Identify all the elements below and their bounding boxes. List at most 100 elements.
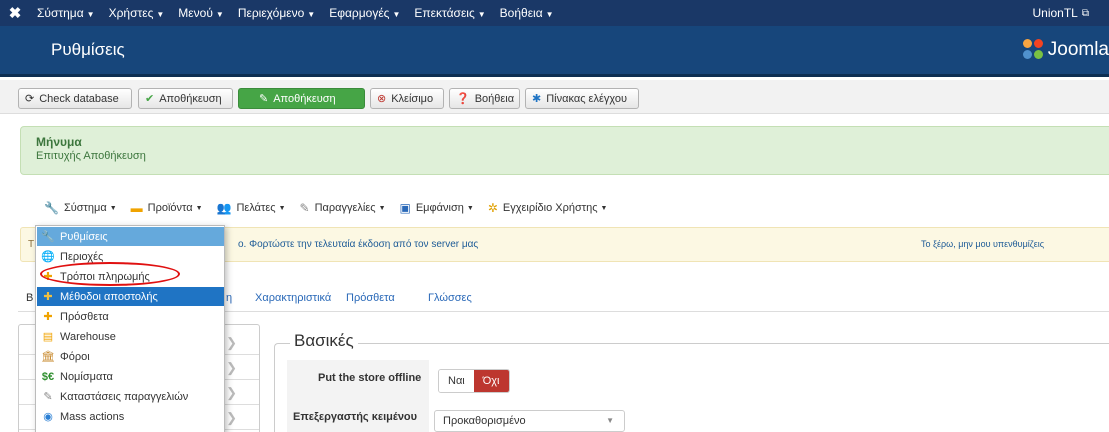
message-heading: Μήνυμα (36, 135, 82, 149)
joomla-logo-icon[interactable]: ✖ (0, 0, 30, 26)
menu-components[interactable]: Εφαρμογές ▼ (322, 6, 407, 20)
offline-no-option[interactable]: Όχι (473, 370, 509, 392)
dismiss-link[interactable]: Το ξέρω, μην μου υπενθυμίζεις (921, 239, 1044, 249)
editor-select-value: Προκαθορισμένο (443, 415, 526, 427)
menu-item-customers[interactable]: 👥 Πελάτες ▼ (217, 201, 286, 215)
admin-menu: Σύστημα ▼ Χρήστες ▼ Μενού ▼ Περιεχόμενο ▼ Εφ… (30, 6, 561, 20)
plugin-icon: ✚ (43, 311, 53, 323)
offline-toggle: Ναι Όχι (438, 369, 510, 393)
dropdown-item-warehouse[interactable]: ▤ Warehouse (37, 327, 224, 346)
dropdown-item-mass-actions[interactable]: ◉ Mass actions (37, 407, 224, 426)
check-icon: ✔ (145, 93, 155, 105)
dropdown-item-currencies[interactable]: $€ Νομίσματα (37, 367, 224, 386)
menu-users[interactable]: Χρήστες ▼ (102, 6, 172, 20)
chevron-right-icon: ❯ (226, 385, 237, 400)
tab-characteristics[interactable]: Χαρακτηριστικά (255, 292, 331, 304)
dashboard-button[interactable]: ✱ Πίνακας ελέγχου (525, 88, 639, 109)
check-database-label: Check database (39, 92, 119, 105)
dropdown-item-label: Mass actions (60, 410, 125, 423)
tab-basic[interactable]: B (26, 292, 33, 304)
dropdown-item-plugins[interactable]: ✚ Πρόσθετα (37, 307, 224, 326)
title-bar: Ρυθμίσεις Joomla (0, 26, 1109, 77)
dropdown-item-label: Ρυθμίσεις (60, 230, 108, 243)
tab-languages[interactable]: Γλώσσες (428, 292, 472, 304)
dropdown-item-configuration[interactable]: 🔧 Ρυθμίσεις (37, 227, 224, 246)
help-lifebuoy-icon: ✲ (487, 201, 498, 215)
caret-down-icon: ▼ (215, 10, 224, 19)
site-link-label: UnionTL (1032, 6, 1078, 20)
menu-extensions-label: Επεκτάσεις (414, 6, 475, 20)
help-button[interactable]: ❓ Βοήθεια (449, 88, 520, 109)
currency-icon: $€ (41, 370, 55, 383)
joomla-brand: Joomla (1022, 39, 1109, 61)
menu-item-products[interactable]: ▬ Προϊόντα ▼ (131, 201, 203, 215)
save-and-close-button[interactable]: ✎ Αποθήκευση (238, 88, 365, 109)
menu-users-label: Χρήστες (108, 6, 154, 20)
joomla-brand-icon (1022, 39, 1045, 61)
cancel-icon: ⊗ (377, 93, 387, 105)
external-link-icon: ⧉ (1081, 7, 1089, 19)
menu-item-manual-label: Εγχειρίδιο Χρήστης (502, 202, 598, 214)
editor-select[interactable]: Προκαθορισμένο ▼ (434, 410, 625, 432)
caret-down-icon: ▼ (156, 10, 165, 19)
save-label: Αποθήκευση (159, 92, 222, 105)
annotation-circle (40, 262, 180, 286)
menu-help-label: Βοήθεια (499, 6, 543, 20)
dropdown-item-order-statuses[interactable]: ✎ Καταστάσεις παραγγελιών (37, 387, 224, 406)
caret-down-icon: ▼ (392, 10, 401, 19)
caret-down-icon: ▼ (307, 10, 316, 19)
tax-icon: 🏛 (41, 351, 55, 363)
site-link[interactable]: UnionTL ⧉ (1033, 0, 1090, 26)
dropdown-item-shipping-methods[interactable]: ✚ Μέθοδοι αποστολής (37, 287, 224, 306)
dropdown-item-label: Περιοχές (60, 250, 104, 263)
chevron-right-icon: ❯ (226, 410, 237, 425)
dropdown-item-taxes[interactable]: 🏛 Φόροι (37, 347, 224, 366)
caret-down-icon: ▼ (545, 10, 554, 19)
caret-down-icon: ▼ (466, 204, 474, 212)
menu-content[interactable]: Περιεχόμενο ▼ (231, 6, 322, 20)
offline-label: Put the store offline (318, 372, 422, 384)
menu-extensions[interactable]: Επεκτάσεις ▼ (407, 6, 492, 20)
question-icon: ❓ (456, 93, 470, 105)
orders-icon: ✎ (299, 201, 310, 215)
menu-item-orders[interactable]: ✎ Παραγγελίες ▼ (300, 201, 386, 215)
dropdown-item-label: Warehouse (60, 330, 116, 343)
fieldset-legend: Βασικές (290, 331, 358, 351)
tab-plugins[interactable]: Πρόσθετα (346, 292, 395, 304)
dashboard-label: Πίνακας ελέγχου (546, 92, 627, 105)
menu-item-system[interactable]: 🔧 Σύστημα ▼ (44, 201, 117, 215)
menu-item-customers-label: Πελάτες (236, 202, 276, 214)
system-dropdown-menu: 🔧 Ρυθμίσεις 🌐 Περιοχές ✚ Τρόποι πληρωμής ✚ Μ… (35, 225, 225, 432)
edit-icon: ✎ (259, 93, 269, 105)
offline-yes-option[interactable]: Ναι (439, 370, 474, 392)
message-body: Επιτυχής Αποθήκευση (36, 150, 146, 162)
order-status-icon: ✎ (43, 391, 53, 403)
menu-menus-label: Μενού (178, 6, 213, 20)
caret-down-icon: ▼ (86, 10, 95, 19)
menu-item-display[interactable]: ▣ Εμφάνιση ▼ (400, 201, 474, 215)
menu-item-manual[interactable]: ✲ Εγχειρίδιο Χρήστης ▼ (488, 201, 608, 215)
save-button[interactable]: ✔ Αποθήκευση (138, 88, 233, 109)
check-database-button[interactable]: ⟳ Check database (18, 88, 132, 109)
menu-item-orders-label: Παραγγελίες (314, 202, 376, 214)
update-notice-link[interactable]: ο. Φορτώστε την τελευταία έκδοση από τον… (238, 239, 478, 250)
close-button[interactable]: ⊗ Κλείσιμο (370, 88, 444, 109)
joomla-brand-text: Joomla (1047, 39, 1109, 60)
caret-down-icon: ▼ (378, 204, 386, 212)
dropdown-item-label: Φόροι (60, 350, 90, 363)
tab-hidden-partial[interactable]: η (226, 292, 232, 304)
caret-down-icon: ▼ (477, 10, 486, 19)
menu-item-display-label: Εμφάνιση (415, 202, 464, 214)
system-message: Μήνυμα Επιτυχής Αποθήκευση (20, 126, 1109, 175)
component-menu: 🔧 Σύστημα ▼ ▬ Προϊόντα ▼ 👥 Πελάτες ▼ ✎ Παραγγελ… (0, 196, 1109, 220)
dropdown-item-label: Νομίσματα (60, 370, 113, 383)
refresh-icon: ⟳ (25, 93, 35, 105)
display-icon: ▣ (399, 201, 411, 215)
menu-content-label: Περιεχόμενο (237, 6, 305, 20)
menu-components-label: Εφαρμογές (329, 6, 390, 20)
chevron-down-icon: ▼ (606, 416, 614, 425)
admin-topbar: ✖ Σύστημα ▼ Χρήστες ▼ Μενού ▼ Περιεχόμενο ▼ … (0, 0, 1109, 26)
menu-help[interactable]: Βοήθεια ▼ (493, 6, 561, 20)
menu-menus[interactable]: Μενού ▼ (171, 6, 231, 20)
menu-system[interactable]: Σύστημα ▼ (30, 6, 102, 20)
